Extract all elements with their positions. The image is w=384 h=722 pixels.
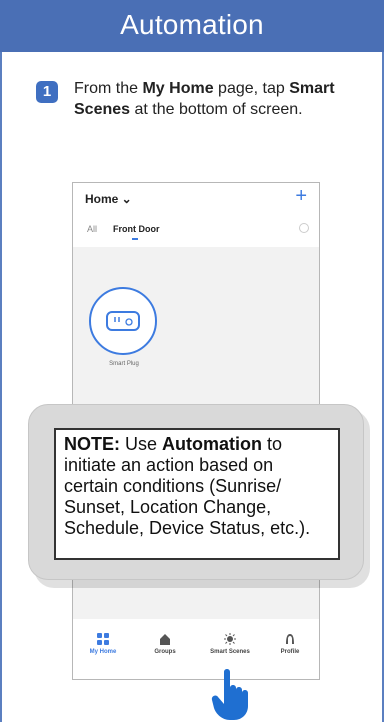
tab-label: Profile — [280, 649, 300, 655]
add-device-button[interactable]: + — [295, 185, 307, 208]
step-text-post: at the bottom of screen. — [130, 101, 303, 118]
plug-icon — [106, 311, 140, 331]
tab-front-door[interactable]: Front Door — [113, 224, 160, 234]
person-icon — [286, 634, 294, 644]
plug-outlet-icon — [114, 317, 133, 326]
note-pre: Use — [120, 434, 163, 454]
grid-icon — [97, 633, 109, 645]
step-text-my-home: My Home — [142, 80, 214, 97]
settings-icon[interactable] — [299, 223, 309, 233]
tab-label: Smart Scenes — [210, 649, 250, 655]
pointing-hand-icon — [211, 669, 248, 720]
note-label: NOTE: — [64, 434, 120, 454]
bottom-tab-bar: My Home Groups Smart Scenes Profile — [73, 619, 319, 679]
phone-header: Home ⌄ + All Front Door — [73, 183, 319, 247]
smart-plug-device[interactable] — [89, 287, 157, 355]
active-tab-indicator — [132, 238, 138, 240]
home-dropdown[interactable]: Home ⌄ — [85, 192, 132, 206]
tab-all[interactable]: All — [87, 224, 97, 234]
tab-label: My Home — [89, 649, 117, 655]
page-title: Automation — [120, 9, 264, 40]
header-banner: Automation — [0, 0, 384, 52]
page: Automation 1 From the My Home page, tap … — [0, 0, 384, 722]
tab-my-home[interactable]: My Home — [73, 633, 133, 655]
step-text-pre: From the — [74, 80, 143, 97]
left-border — [0, 0, 2, 722]
step-number-badge: 1 — [36, 81, 58, 103]
note-panel: NOTE: Use Automation to initiate an acti… — [54, 428, 340, 560]
note-text: NOTE: Use Automation to initiate an acti… — [64, 434, 330, 539]
step-instruction: From the My Home page, tap Smart Scenes … — [74, 78, 364, 120]
tab-label: Groups — [154, 649, 176, 655]
sun-icon — [224, 633, 236, 645]
note-automation: Automation — [162, 434, 262, 454]
tab-groups[interactable]: Groups — [135, 633, 195, 655]
device-label: Smart Plug — [109, 361, 139, 367]
house-icon — [160, 634, 170, 645]
tab-profile[interactable]: Profile — [260, 633, 320, 655]
tab-smart-scenes[interactable]: Smart Scenes — [200, 633, 260, 655]
step-text-mid: page, tap — [213, 80, 290, 97]
